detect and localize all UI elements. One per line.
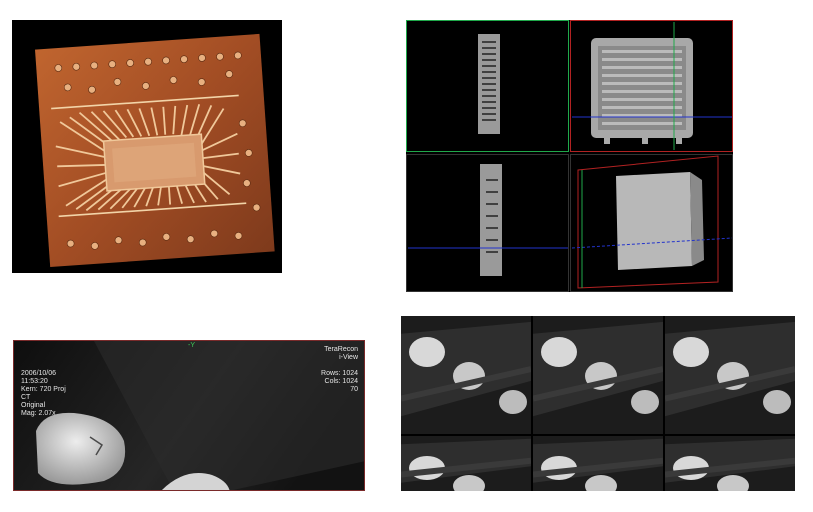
render-3d-viewport[interactable] — [12, 20, 282, 273]
orientation-label: -Y — [188, 342, 195, 349]
grid-slice-image — [665, 316, 795, 434]
grid-slice-cell[interactable] — [533, 316, 663, 434]
grid-slice-image — [665, 436, 795, 491]
grid-slice-cell[interactable] — [533, 436, 663, 491]
slice-grid-viewport[interactable] — [401, 316, 795, 491]
chip-render-image — [35, 33, 275, 268]
mpr-viewport[interactable] — [406, 20, 733, 292]
ct-slice-image — [14, 341, 364, 490]
grid-slice-image — [401, 316, 531, 434]
ct-slice-viewport[interactable]: -Y 2006/10/06 11:53:20 Kern: 720 Proj CT… — [13, 340, 365, 491]
slice-number: 70 — [350, 386, 358, 393]
magnification-label: Mag: 2.07x — [21, 410, 56, 417]
grid-slice-cell[interactable] — [401, 436, 531, 491]
grid-slice-cell[interactable] — [401, 316, 531, 434]
mpr-views-image — [406, 20, 733, 292]
grid-slice-image — [533, 436, 663, 491]
grid-slice-image — [533, 316, 663, 434]
app-label: i-View — [339, 354, 358, 361]
grid-slice-cell[interactable] — [665, 436, 795, 491]
grid-slice-cell[interactable] — [665, 316, 795, 434]
grid-slice-image — [401, 436, 531, 491]
